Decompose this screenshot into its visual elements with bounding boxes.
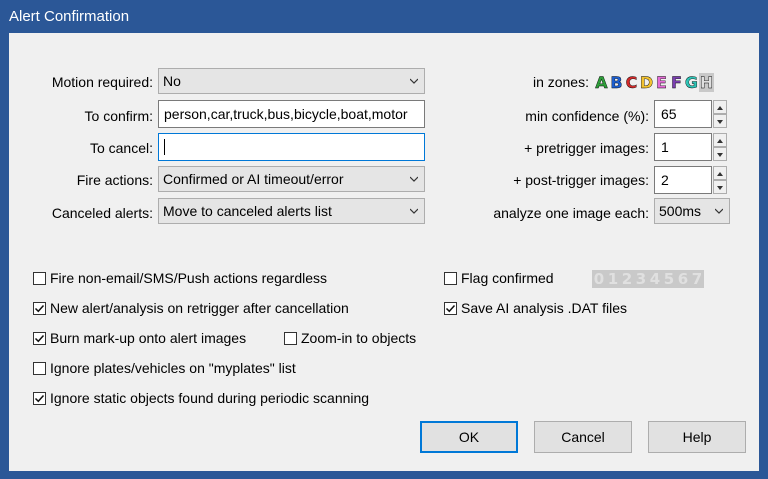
checkbox-box[interactable] <box>33 362 46 375</box>
min-confidence-spinner[interactable]: 65 <box>654 100 728 128</box>
flag-digit-5[interactable]: 5 <box>662 270 676 288</box>
fire-non-email-label: Fire non-email/SMS/Push actions regardle… <box>50 270 328 286</box>
flag-digit-selector[interactable]: 01234567 <box>592 270 704 288</box>
posttrigger-value[interactable]: 2 <box>654 166 712 194</box>
zone-g-toggle[interactable]: G <box>684 73 699 92</box>
to-confirm-label: To confirm: <box>84 108 153 124</box>
chevron-down-icon <box>715 208 723 214</box>
canceled-alerts-value: Move to canceled alerts list <box>163 203 332 219</box>
new-alert-label: New alert/analysis on retrigger after ca… <box>50 300 349 316</box>
fire-actions-label: Fire actions: <box>76 172 153 188</box>
spin-down-button[interactable] <box>713 114 727 128</box>
chevron-down-icon <box>410 208 418 214</box>
flag-confirmed-checkbox[interactable]: Flag confirmed <box>444 270 554 288</box>
zoom-in-checkbox[interactable]: Zoom-in to objects <box>284 330 416 348</box>
to-cancel-label: To cancel: <box>89 140 153 156</box>
help-button[interactable]: Help <box>648 421 746 453</box>
flag-digit-2[interactable]: 2 <box>620 270 634 288</box>
spin-up-icon <box>717 106 723 110</box>
to-confirm-value: person,car,truck,bus,bicycle,boat,motor <box>164 106 408 122</box>
to-confirm-input[interactable]: person,car,truck,bus,bicycle,boat,motor <box>158 100 425 128</box>
motion-required-value: No <box>163 73 181 89</box>
zone-e-toggle[interactable]: E <box>654 73 669 92</box>
fire-actions-value: Confirmed or AI timeout/error <box>163 171 344 187</box>
window-title: Alert Confirmation <box>9 8 130 25</box>
checkbox-box[interactable] <box>444 272 457 285</box>
to-cancel-input[interactable] <box>158 133 425 161</box>
chevron-down-icon <box>410 176 418 182</box>
save-dat-checkbox[interactable]: Save AI analysis .DAT files <box>444 300 627 318</box>
flag-digit-6[interactable]: 6 <box>676 270 690 288</box>
analyze-each-select[interactable]: 500ms <box>654 198 730 224</box>
zone-selector[interactable]: ABCDEFGH <box>594 73 714 92</box>
ignore-plates-label: Ignore plates/vehicles on "myplates" lis… <box>50 360 296 376</box>
checkmark-icon <box>34 394 45 403</box>
flag-digit-1[interactable]: 1 <box>606 270 620 288</box>
min-confidence-value[interactable]: 65 <box>654 100 712 128</box>
pretrigger-value[interactable]: 1 <box>654 133 712 161</box>
checkbox-box[interactable] <box>33 302 46 315</box>
in-zones-label: in zones: <box>532 74 589 90</box>
spin-down-button[interactable] <box>713 180 727 194</box>
flag-digit-4[interactable]: 4 <box>648 270 662 288</box>
canceled-alerts-select[interactable]: Move to canceled alerts list <box>158 198 425 224</box>
new-alert-checkbox[interactable]: New alert/analysis on retrigger after ca… <box>33 300 349 318</box>
spin-up-button[interactable] <box>713 166 727 180</box>
zone-f-toggle[interactable]: F <box>669 73 684 92</box>
pretrigger-spinner[interactable]: 1 <box>654 133 728 161</box>
flag-digit-0[interactable]: 0 <box>592 270 606 288</box>
ok-button[interactable]: OK <box>420 421 518 453</box>
checkmark-icon <box>34 304 45 313</box>
zoom-in-label: Zoom-in to objects <box>301 330 417 346</box>
checkbox-box[interactable] <box>33 392 46 405</box>
cancel-button[interactable]: Cancel <box>534 421 632 453</box>
min-confidence-label: min confidence (%): <box>525 108 649 124</box>
text-caret <box>164 139 165 155</box>
canceled-alerts-label: Canceled alerts: <box>51 205 153 221</box>
save-dat-label: Save AI analysis .DAT files <box>461 300 627 316</box>
zone-a-toggle[interactable]: A <box>594 73 609 92</box>
spin-down-icon <box>717 153 723 157</box>
checkbox-box[interactable] <box>33 272 46 285</box>
spin-up-button[interactable] <box>713 133 727 147</box>
motion-required-select[interactable]: No <box>158 68 425 94</box>
burn-markup-checkbox[interactable]: Burn mark-up onto alert images <box>33 330 246 348</box>
zone-b-toggle[interactable]: B <box>609 73 624 92</box>
burn-markup-label: Burn mark-up onto alert images <box>50 330 247 346</box>
ignore-static-label: Ignore static objects found during perio… <box>50 390 370 406</box>
spin-down-icon <box>717 120 723 124</box>
flag-digit-3[interactable]: 3 <box>634 270 648 288</box>
posttrigger-spinner[interactable]: 2 <box>654 166 728 194</box>
checkbox-box[interactable] <box>33 332 46 345</box>
fire-actions-select[interactable]: Confirmed or AI timeout/error <box>158 166 425 192</box>
spin-up-icon <box>717 172 723 176</box>
zone-d-toggle[interactable]: D <box>639 73 654 92</box>
chevron-down-icon <box>410 78 418 84</box>
checkbox-box[interactable] <box>444 302 457 315</box>
zone-h-toggle[interactable]: H <box>699 73 714 92</box>
spin-up-icon <box>717 139 723 143</box>
checkmark-icon <box>445 304 456 313</box>
posttrigger-label: + post-trigger images: <box>513 172 649 188</box>
title-bar: Alert Confirmation <box>1 1 767 33</box>
flag-digit-7[interactable]: 7 <box>690 270 704 288</box>
spin-up-button[interactable] <box>713 100 727 114</box>
ignore-plates-checkbox[interactable]: Ignore plates/vehicles on "myplates" lis… <box>33 360 296 378</box>
analyze-each-value: 500ms <box>659 203 702 219</box>
checkmark-icon <box>34 334 45 343</box>
zone-c-toggle[interactable]: C <box>624 73 639 92</box>
analyze-each-label: analyze one image each: <box>493 205 649 221</box>
spin-down-button[interactable] <box>713 147 727 161</box>
fire-non-email-checkbox[interactable]: Fire non-email/SMS/Push actions regardle… <box>33 270 327 288</box>
flag-confirmed-label: Flag confirmed <box>461 270 554 286</box>
alert-confirmation-dialog: Alert Confirmation Motion required: No T… <box>0 0 768 479</box>
ignore-static-checkbox[interactable]: Ignore static objects found during perio… <box>33 390 369 408</box>
checkbox-box[interactable] <box>284 332 297 345</box>
pretrigger-label: + pretrigger images: <box>524 140 649 156</box>
dialog-body: Motion required: No To confirm: person,c… <box>9 33 759 471</box>
spin-down-icon <box>717 186 723 190</box>
motion-required-label: Motion required: <box>51 74 153 90</box>
